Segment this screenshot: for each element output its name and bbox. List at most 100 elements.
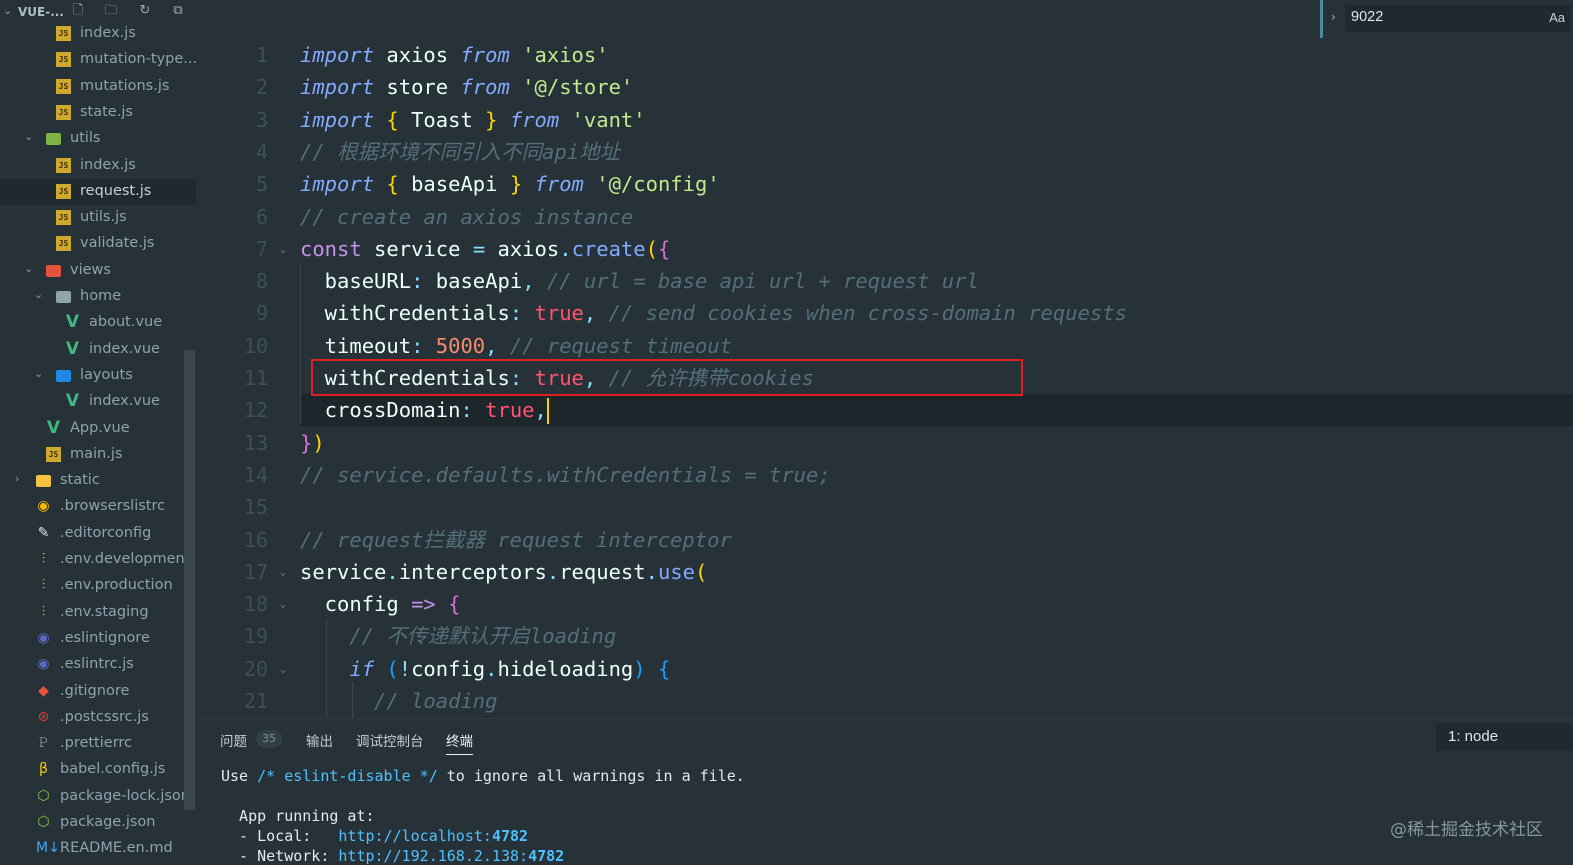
fold-chevron-icon[interactable]: ⌄ <box>278 653 288 685</box>
code-token: . <box>485 656 498 681</box>
find-widget: › 9022 Aa <box>1320 0 1573 38</box>
tree-item[interactable]: Vabout.vue <box>0 310 196 336</box>
code-editor[interactable]: 1 import axios from 'axios' 2 import store … <box>196 0 1573 718</box>
tree-item[interactable]: 𝙿 .prettierrc <box>0 731 196 757</box>
tree-item[interactable]: ◉ .eslintrc.js <box>0 652 196 678</box>
tree-item[interactable]: JS main.js <box>0 442 196 468</box>
terminal-line: Use /* eslint-disable */ to ignore all w… <box>221 767 745 785</box>
tree-item[interactable]: β babel.config.js <box>0 757 196 783</box>
code-token: ) <box>312 430 325 455</box>
watermark: @稀土掘金技术社区 <box>1390 820 1543 840</box>
fold-chevron-icon[interactable]: ⌄ <box>278 556 288 588</box>
code-token: from <box>522 172 584 197</box>
code-token: // loading <box>300 689 498 713</box>
tree-item[interactable]: JS index.js <box>0 153 196 179</box>
tree-item[interactable]: ⫶ .env.production <box>0 573 196 599</box>
tree-item[interactable]: ⬡ package-lock.json <box>0 784 196 810</box>
code-token: { <box>645 656 671 681</box>
terminal-link[interactable]: http://192.168.2.138: <box>338 847 528 865</box>
env-file-icon: ⫶ <box>41 577 46 594</box>
refresh-icon[interactable]: ↻ <box>138 4 152 18</box>
tree-item[interactable]: ◆ .gitignore <box>0 679 196 705</box>
code-token: // service.defaults.withCredentials = tr… <box>300 462 831 487</box>
chevron-down-icon[interactable]: ⌄ <box>34 288 43 301</box>
code-token: . <box>559 236 572 261</box>
tree-item-label: .gitignore <box>60 682 130 699</box>
code-token: store <box>374 75 461 100</box>
chevron-down-icon[interactable]: ⌄ <box>3 4 12 17</box>
code-token: . <box>386 559 399 584</box>
tree-item-label: static <box>60 472 100 489</box>
tree-item[interactable]: JS request.js <box>0 178 196 205</box>
tree-item[interactable]: JS mutations.js <box>0 74 196 100</box>
tab-output[interactable]: 输出 <box>306 730 333 750</box>
line-number: 8 <box>255 269 268 294</box>
code-text: config => { <box>300 588 461 620</box>
tree-item[interactable]: ⌄ layouts <box>0 363 196 389</box>
tree-item[interactable]: ⫶ .env.development <box>0 547 196 573</box>
tree-item[interactable]: JS validate.js <box>0 231 196 257</box>
line-number: 2 <box>255 75 268 100</box>
chevron-down-icon[interactable]: ⌄ <box>34 367 43 380</box>
collapse-all-icon[interactable]: ⧉ <box>171 4 185 18</box>
tree-item[interactable]: › static <box>0 468 196 494</box>
js-file-icon: JS <box>56 104 71 120</box>
tree-item[interactable]: JS index.js <box>0 21 196 47</box>
tree-item[interactable]: JS mutation-type... <box>0 47 196 73</box>
code-token: Toast <box>398 107 486 132</box>
chevron-right-icon[interactable]: › <box>1331 10 1336 24</box>
code-token: baseApi <box>398 172 510 197</box>
tree-item-label: .prettierrc <box>60 735 133 752</box>
match-case-toggle[interactable]: Aa <box>1549 10 1565 25</box>
tree-item[interactable]: V App.vue <box>0 416 196 442</box>
folder-icon <box>56 291 71 303</box>
find-input[interactable]: 9022 Aa <box>1345 5 1571 32</box>
tab-terminal[interactable]: 终端 <box>446 730 473 755</box>
tab-problems[interactable]: 问题 <box>220 730 247 750</box>
tree-item[interactable]: ⌄ utils <box>0 126 196 152</box>
tree-item[interactable]: ⫶ .env.staging <box>0 600 196 626</box>
terminal-select[interactable]: 1: node <box>1436 723 1573 751</box>
tree-item[interactable]: ⬡ package.json <box>0 810 196 836</box>
chevron-down-icon[interactable]: ⌄ <box>24 262 33 275</box>
tree-item-label: about.vue <box>89 314 163 331</box>
line-number: 9 <box>255 301 268 326</box>
tree-item[interactable]: ◉ .eslintignore <box>0 626 196 652</box>
tree-item[interactable]: ◉ .browserslistrc <box>0 494 196 520</box>
code-token: // 根据环境不同引入不同api地址 <box>300 139 621 164</box>
tree-item[interactable]: M↓ README.en.md <box>0 836 196 862</box>
code-token: } <box>485 107 498 132</box>
chevron-down-icon[interactable]: ⌄ <box>24 130 33 143</box>
tab-debug-console[interactable]: 调试控制台 <box>356 730 424 750</box>
find-query: 9022 <box>1351 9 1384 25</box>
fold-chevron-icon[interactable]: ⌄ <box>278 588 288 620</box>
code-token: hideloading <box>497 656 634 681</box>
tree-item[interactable]: JS utils.js <box>0 205 196 231</box>
tree-item-label: .eslintignore <box>60 629 150 646</box>
terminal-link[interactable]: http://localhost: <box>338 827 492 845</box>
tree-item[interactable]: Vindex.vue <box>0 389 196 415</box>
new-folder-icon[interactable]: 🗀 <box>104 4 118 18</box>
code-token: import <box>300 75 375 100</box>
code-token: : <box>509 301 523 326</box>
line-number: 20 <box>243 656 268 681</box>
code-token: const <box>300 236 362 261</box>
tree-item[interactable]: JS state.js <box>0 100 196 126</box>
js-file-icon: JS <box>56 210 71 226</box>
tree-item[interactable]: Vindex.vue <box>0 337 196 363</box>
tree-item-label: request.js <box>80 182 152 199</box>
tree-item[interactable]: ✎ .editorconfig <box>0 521 196 547</box>
tree-item[interactable]: ⊛ .postcssrc.js <box>0 705 196 731</box>
tree-item[interactable]: ⌄ views <box>0 258 196 284</box>
tree-item[interactable]: ⌄ home <box>0 284 196 310</box>
code-token: 'vant' <box>559 107 646 132</box>
new-file-icon[interactable]: 🗋 <box>71 4 85 18</box>
prettier-icon: 𝙿 <box>38 735 49 752</box>
fold-chevron-icon[interactable]: ⌄ <box>278 233 288 265</box>
line-number: 18 <box>243 592 268 617</box>
sidebar-scrollbar[interactable] <box>184 350 195 810</box>
chevron-right-icon[interactable]: › <box>15 472 19 485</box>
code-text: if (!config.hideloading) { <box>300 653 670 685</box>
code-token: { <box>657 236 671 261</box>
line-number: 3 <box>255 107 268 132</box>
